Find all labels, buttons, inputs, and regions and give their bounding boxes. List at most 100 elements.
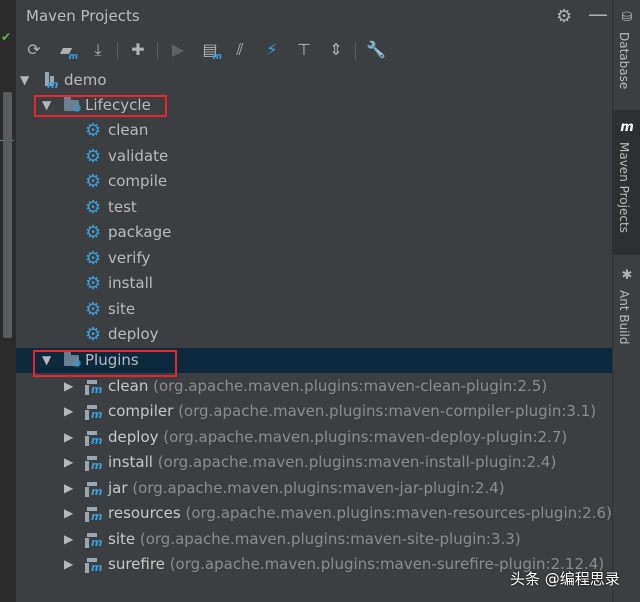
collapsed-arrow-icon[interactable]: ▶	[64, 399, 73, 424]
toolbar-separator	[355, 42, 356, 60]
plugin-item[interactable]: ▶ m install (org.apache.maven.plugins:ma…	[16, 450, 612, 475]
panel-title: Maven Projects	[26, 7, 140, 25]
editor-scrollbar[interactable]	[3, 92, 12, 338]
plugin-item[interactable]: ▶ m resources (org.apache.maven.plugins:…	[16, 501, 612, 526]
maven-icon: m	[620, 120, 634, 135]
maven-plugin-icon: m	[85, 531, 103, 549]
download-icon[interactable]: ⤓	[86, 38, 110, 62]
maven-plugin-icon: m	[85, 378, 103, 396]
collapsed-arrow-icon[interactable]: ▶	[64, 527, 73, 552]
toolbar-separator	[157, 42, 158, 60]
plugin-coordinates: (org.apache.maven.plugins:maven-resource…	[185, 504, 612, 522]
maven-plugin-icon: m	[85, 454, 103, 472]
minimize-icon[interactable]: —	[588, 2, 608, 26]
goal-gear-icon: ⚙	[85, 273, 102, 294]
maven-plugin-icon: m	[85, 505, 103, 523]
maven-plugin-icon: m	[85, 429, 103, 447]
editor-gutter: ✔	[0, 0, 16, 602]
toolbar-separator	[117, 42, 118, 60]
lifecycle-goal[interactable]: ⚙ site	[16, 297, 612, 322]
goal-label: clean	[108, 121, 149, 139]
plugin-item[interactable]: ▶ m compiler (org.apache.maven.plugins:m…	[16, 399, 612, 424]
plugin-name: resources	[108, 504, 181, 522]
tab-database[interactable]: ⛁ Database	[613, 0, 640, 100]
folder-refresh-icon[interactable]: ▰ m	[54, 38, 78, 62]
plugin-coordinates: (org.apache.maven.plugins:maven-jar-plug…	[132, 479, 505, 497]
goal-label: install	[108, 274, 153, 292]
collapsed-arrow-icon[interactable]: ▶	[64, 476, 73, 501]
plugin-item[interactable]: ▶ m jar (org.apache.maven.plugins:maven-…	[16, 476, 612, 501]
goal-label: compile	[108, 172, 168, 190]
plugin-coordinates: (org.apache.maven.plugins:maven-site-plu…	[139, 530, 521, 548]
goal-gear-icon: ⚙	[85, 146, 102, 167]
lifecycle-goal[interactable]: ⚙ validate	[16, 144, 612, 169]
maven-plugin-icon: m	[85, 480, 103, 498]
goal-label: test	[108, 198, 137, 216]
tab-label: Ant Build	[617, 290, 631, 345]
goal-gear-icon: ⚙	[85, 120, 102, 141]
refresh-icon[interactable]: ⟳	[22, 38, 46, 62]
lifecycle-goal[interactable]: ⚙ verify	[16, 246, 612, 271]
maven-plugin-icon: m	[85, 403, 103, 421]
goal-label: site	[108, 300, 136, 318]
collapse-icon[interactable]: ⇕	[324, 38, 348, 62]
offline-icon[interactable]: ⫽	[228, 38, 252, 62]
tree-label: demo	[64, 71, 107, 89]
collapsed-arrow-icon[interactable]: ▶	[64, 425, 73, 450]
tab-label: Maven Projects	[617, 142, 631, 233]
diagram-icon[interactable]: ⊤	[292, 38, 316, 62]
watermark-text: 头条 @编程思录	[510, 570, 620, 588]
goal-label: validate	[108, 147, 169, 165]
database-icon: ⛁	[621, 10, 633, 25]
lifecycle-goal[interactable]: ⚙ clean	[16, 118, 612, 143]
checkmark-icon: ✔	[1, 30, 12, 44]
maven-goal-icon[interactable]: ▤ m	[198, 38, 222, 62]
gear-icon[interactable]: ⚙	[556, 6, 572, 27]
goal-gear-icon: ⚙	[85, 248, 102, 269]
goal-gear-icon: ⚙	[85, 171, 102, 192]
maven-project-icon: m	[42, 72, 60, 90]
plugin-name: install	[108, 453, 153, 471]
plugin-item[interactable]: ▶ m deploy (org.apache.maven.plugins:mav…	[16, 425, 612, 450]
plugin-item[interactable]: ▶ m site (org.apache.maven.plugins:maven…	[16, 527, 612, 552]
tab-ant-build[interactable]: ✱ Ant Build	[613, 262, 640, 362]
highlight-box-plugins	[33, 350, 177, 377]
plugin-coordinates: (org.apache.maven.plugins:maven-deploy-p…	[163, 428, 568, 446]
goal-label: package	[108, 223, 172, 241]
tree-node-demo[interactable]: ▼ m demo	[16, 68, 612, 93]
maven-projects-panel: Maven Projects ⚙ — ⟳ ▰ m ⤓ ✚ ▶ ▤ m ⫽ ⚡ ⊤ ⇕…	[16, 0, 612, 602]
lightning-icon[interactable]: ⚡	[260, 38, 284, 62]
maven-tree: ▼ m demo ▼ ⚙ Lifecycle ⚙ clean ⚙ validat…	[16, 68, 612, 602]
goal-label: verify	[108, 249, 151, 267]
collapsed-arrow-icon[interactable]: ▶	[64, 374, 73, 399]
tab-maven-projects[interactable]: m Maven Projects	[613, 110, 640, 255]
ant-icon: ✱	[621, 268, 633, 283]
lifecycle-goal[interactable]: ⚙ package	[16, 220, 612, 245]
expanded-arrow-icon[interactable]: ▼	[20, 68, 29, 93]
lifecycle-goal[interactable]: ⚙ install	[16, 271, 612, 296]
plugin-item[interactable]: ▶ m clean (org.apache.maven.plugins:mave…	[16, 374, 612, 399]
play-icon[interactable]: ▶	[166, 38, 190, 62]
wrench-icon[interactable]: 🔧	[364, 38, 388, 62]
plugin-name: site	[108, 530, 136, 548]
goal-label: deploy	[108, 325, 159, 343]
collapsed-arrow-icon[interactable]: ▶	[64, 501, 73, 526]
plugin-name: jar	[108, 479, 128, 497]
plugin-name: clean	[108, 377, 149, 395]
lifecycle-goal[interactable]: ⚙ compile	[16, 169, 612, 194]
panel-header: Maven Projects ⚙ —	[16, 0, 612, 32]
maven-plugin-icon: m	[85, 556, 103, 574]
maven-toolbar: ⟳ ▰ m ⤓ ✚ ▶ ▤ m ⫽ ⚡ ⊤ ⇕ 🔧	[16, 34, 612, 66]
goal-gear-icon: ⚙	[85, 222, 102, 243]
lifecycle-goal[interactable]: ⚙ deploy	[16, 322, 612, 347]
plus-icon[interactable]: ✚	[126, 38, 150, 62]
collapsed-arrow-icon[interactable]: ▶	[64, 552, 73, 577]
lifecycle-goal[interactable]: ⚙ test	[16, 195, 612, 220]
tab-label: Database	[617, 32, 631, 90]
plugin-coordinates: (org.apache.maven.plugins:maven-install-…	[157, 453, 557, 471]
collapsed-arrow-icon[interactable]: ▶	[64, 450, 73, 475]
goal-gear-icon: ⚙	[85, 197, 102, 218]
right-tool-strip: ⛁ Database m Maven Projects ✱ Ant Build	[612, 0, 640, 602]
plugin-name: compiler	[108, 402, 174, 420]
goal-gear-icon: ⚙	[85, 324, 102, 345]
